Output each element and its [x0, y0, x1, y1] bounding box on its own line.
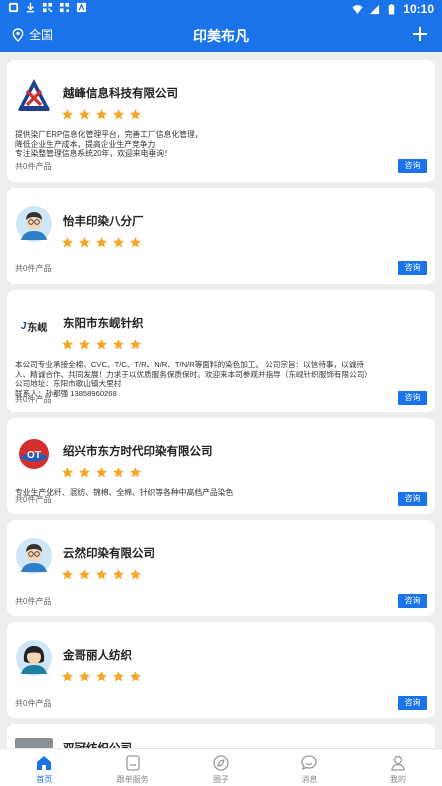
- star-icon: [113, 339, 124, 350]
- qr-icon: [42, 2, 53, 13]
- product-count: 共0件产品: [15, 495, 52, 504]
- consult-button[interactable]: 咨询: [398, 391, 427, 405]
- company-name: 越峰信息科技有限公司: [63, 88, 178, 100]
- bottom-tab-bar: 首页 跟单服务 圈子 消息 我的: [0, 748, 442, 786]
- product-count: 共0件产品: [15, 395, 52, 404]
- star-icon: [113, 569, 124, 580]
- star-icon: [96, 109, 107, 120]
- status-bar: 10:10: [0, 0, 442, 18]
- company-name: 怡丰印染八分厂: [63, 216, 144, 228]
- star-icon: [113, 467, 124, 478]
- consult-button[interactable]: 咨询: [398, 261, 427, 275]
- star-icon: [96, 467, 107, 478]
- avatar-icon: [16, 640, 52, 676]
- rating-stars: [61, 466, 142, 479]
- add-icon[interactable]: [410, 24, 430, 44]
- avatar-icon: [16, 538, 52, 574]
- tab-home[interactable]: 首页: [0, 749, 88, 786]
- star-icon: [130, 339, 141, 350]
- company-logo: [18, 79, 50, 111]
- product-count: 共0件产品: [15, 699, 52, 708]
- star-icon: [62, 569, 73, 580]
- company-card[interactable]: 双冠纺织公司: [7, 724, 435, 748]
- document-icon: [125, 755, 140, 771]
- company-logo: J 东岘: [20, 320, 48, 334]
- company-logo: OT: [19, 439, 49, 469]
- company-list[interactable]: 越峰信息科技有限公司 提供染厂ERP信息化管理平台，完善工厂信息化管理， 降低企…: [0, 52, 442, 748]
- rating-stars: [61, 670, 142, 683]
- signal-icon: [370, 4, 380, 14]
- star-icon: [96, 671, 107, 682]
- company-description: 专业生产化纤、混纺、锦棉、全棉、针织等各种中高档产品染色: [15, 488, 234, 497]
- consult-button[interactable]: 咨询: [398, 594, 427, 608]
- star-icon: [130, 109, 141, 120]
- company-description: 本公司专业承接全棉、CVC、T/C、T/R、N/R、T/N/R等面料的染色加工。…: [15, 360, 372, 398]
- star-icon: [130, 237, 141, 248]
- star-icon: [62, 467, 73, 478]
- home-icon: [37, 756, 52, 770]
- star-icon: [113, 109, 124, 120]
- company-card[interactable]: 怡丰印染八分厂 共0件产品 咨询: [7, 188, 435, 284]
- company-name: 金哥丽人纺织: [63, 650, 132, 662]
- star-icon: [96, 339, 107, 350]
- app-bar: 全国 印美布凡: [0, 18, 442, 52]
- star-icon: [62, 339, 73, 350]
- product-count: 共0件产品: [15, 162, 52, 171]
- wifi-icon: [352, 4, 363, 14]
- company-card[interactable]: 云然印染有限公司 共0件产品 咨询: [7, 520, 435, 616]
- company-card[interactable]: 金哥丽人纺织 共0件产品 咨询: [7, 622, 435, 718]
- company-name: 云然印染有限公司: [63, 548, 155, 560]
- company-name: 绍兴市东方时代印染有限公司: [63, 446, 213, 458]
- star-icon: [62, 671, 73, 682]
- star-icon: [79, 467, 90, 478]
- company-card[interactable]: J 东岘 东阳市东岘针织 本公司专业承接全棉、CVC、T/C、T/R、N/R、T…: [7, 290, 435, 412]
- consult-button[interactable]: 咨询: [398, 492, 427, 506]
- qr-icon-2: [59, 2, 70, 13]
- star-icon: [96, 237, 107, 248]
- chat-icon: [301, 755, 318, 771]
- star-icon: [62, 237, 73, 248]
- company-card[interactable]: OT 绍兴市东方时代印染有限公司 专业生产化纤、混纺、锦棉、全棉、针织等各种中高…: [7, 418, 435, 514]
- tab-profile[interactable]: 我的: [354, 749, 442, 786]
- compass-icon: [213, 755, 229, 771]
- consult-button[interactable]: 咨询: [398, 696, 427, 710]
- rating-stars: [61, 568, 142, 581]
- consult-button[interactable]: 咨询: [398, 159, 427, 173]
- clock: 10:10: [403, 2, 434, 16]
- star-icon: [79, 339, 90, 350]
- rating-stars: [61, 236, 142, 249]
- star-icon: [113, 671, 124, 682]
- svg-text:OT: OT: [27, 450, 41, 461]
- company-logo: [15, 738, 53, 748]
- tab-order-service[interactable]: 跟单服务: [88, 749, 176, 786]
- app-icon: [76, 2, 87, 13]
- star-icon: [79, 569, 90, 580]
- tab-messages[interactable]: 消息: [265, 749, 353, 786]
- rating-stars: [61, 108, 142, 121]
- user-icon: [391, 755, 405, 771]
- company-name: 东阳市东岘针织: [63, 318, 144, 330]
- star-icon: [79, 671, 90, 682]
- notification-icon: [8, 2, 19, 13]
- download-icon: [26, 2, 35, 13]
- star-icon: [130, 467, 141, 478]
- battery-icon: [389, 3, 395, 15]
- company-name: 双冠纺织公司: [63, 740, 132, 748]
- page-title: 印美布凡: [193, 28, 249, 44]
- star-icon: [62, 109, 73, 120]
- star-icon: [96, 569, 107, 580]
- avatar-icon: [16, 206, 52, 242]
- star-icon: [130, 569, 141, 580]
- star-icon: [79, 237, 90, 248]
- star-icon: [130, 671, 141, 682]
- product-count: 共0件产品: [15, 264, 52, 273]
- rating-stars: [61, 338, 142, 351]
- product-count: 共0件产品: [15, 597, 52, 606]
- company-description: 提供染厂ERP信息化管理平台，完善工厂信息化管理， 降低企业生产成本，提高企业生…: [15, 130, 203, 158]
- star-icon: [113, 237, 124, 248]
- tab-circle[interactable]: 圈子: [177, 749, 265, 786]
- star-icon: [79, 109, 90, 120]
- company-card[interactable]: 越峰信息科技有限公司 提供染厂ERP信息化管理平台，完善工厂信息化管理， 降低企…: [7, 60, 435, 182]
